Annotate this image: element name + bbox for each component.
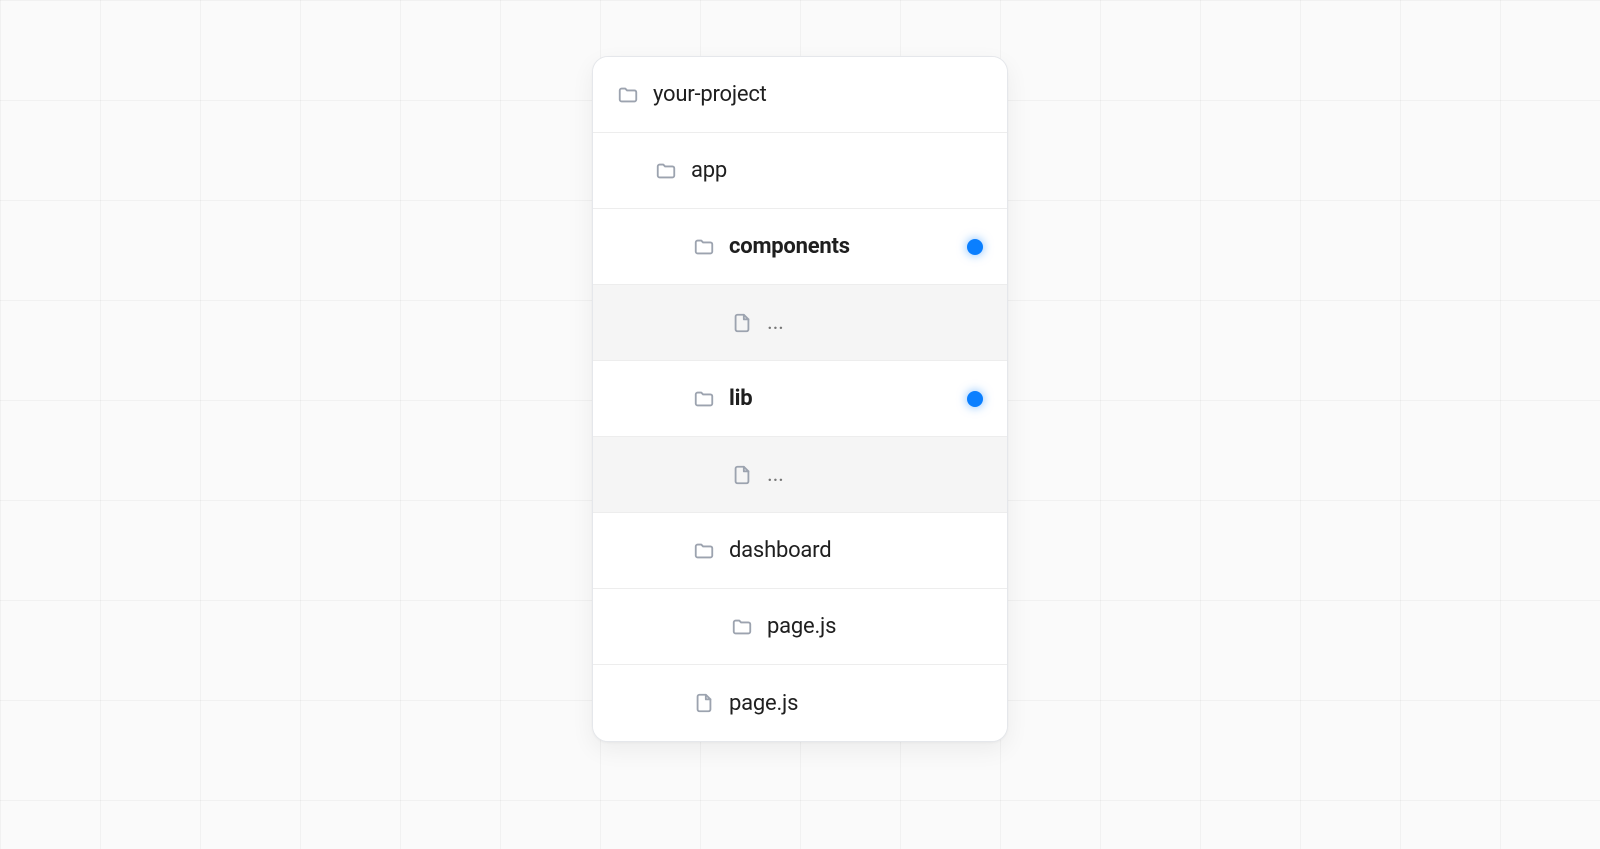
folder-icon (693, 236, 715, 258)
file-tree-panel: your-project app components ... (592, 56, 1008, 742)
file-icon (731, 312, 753, 334)
tree-label-root: your-project (653, 82, 767, 107)
tree-row-lib-placeholder: ... (593, 437, 1007, 513)
file-icon (731, 464, 753, 486)
tree-row-components[interactable]: components (593, 209, 1007, 285)
tree-row-dashboard[interactable]: dashboard (593, 513, 1007, 589)
tree-label-components-placeholder: ... (767, 310, 784, 335)
tree-label-app: app (691, 158, 727, 183)
tree-row-lib[interactable]: lib (593, 361, 1007, 437)
file-icon (693, 692, 715, 714)
tree-row-dashboard-page[interactable]: page.js (593, 589, 1007, 665)
tree-label-dashboard-page: page.js (767, 614, 836, 639)
tree-label-lib-placeholder: ... (767, 462, 784, 487)
tree-label-dashboard: dashboard (729, 538, 831, 563)
tree-row-components-placeholder: ... (593, 285, 1007, 361)
tree-label-app-page: page.js (729, 691, 798, 716)
tree-label-lib: lib (729, 386, 752, 411)
folder-icon (617, 84, 639, 106)
folder-icon (693, 540, 715, 562)
folder-icon (655, 160, 677, 182)
tree-row-root[interactable]: your-project (593, 57, 1007, 133)
folder-icon (731, 616, 753, 638)
status-dot (967, 239, 983, 255)
tree-row-app[interactable]: app (593, 133, 1007, 209)
status-dot (967, 391, 983, 407)
folder-icon (693, 388, 715, 410)
tree-label-components: components (729, 234, 850, 259)
tree-row-app-page[interactable]: page.js (593, 665, 1007, 741)
